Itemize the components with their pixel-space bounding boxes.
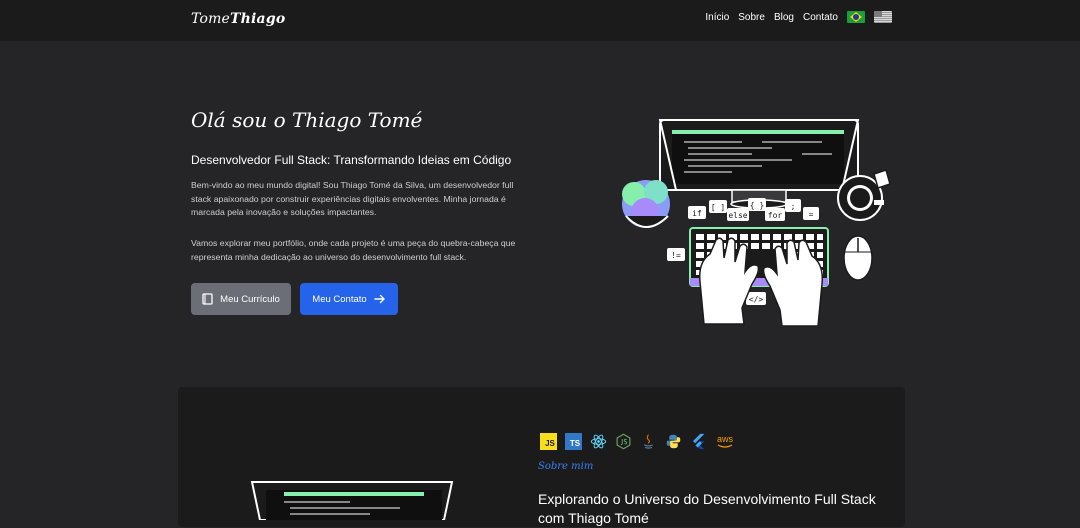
- flutter-icon: [692, 433, 705, 450]
- aws-icon-label: aws: [716, 434, 733, 444]
- nav-link-contato[interactable]: Contato: [803, 12, 838, 23]
- hero-title: Olá sou o Thiago Tomé: [191, 108, 423, 132]
- mouse-icon: [843, 235, 873, 281]
- about-monitor-illustration: [250, 481, 454, 520]
- nav-link-sobre[interactable]: Sobre: [738, 12, 765, 23]
- about-section-title: Explorando o Universo do Desenvolvimento…: [538, 491, 876, 526]
- contact-button[interactable]: Meu Contato: [300, 283, 398, 315]
- site-logo[interactable]: TomeThiago: [191, 11, 285, 27]
- code-bubble-for: for: [768, 211, 783, 220]
- navbar: TomeThiago Início Sobre Blog Contato: [0, 0, 1080, 41]
- react-icon: [590, 434, 607, 449]
- code-bubble-tag: </>: [749, 295, 764, 304]
- resume-button[interactable]: Meu Currículo: [191, 283, 291, 315]
- nodejs-icon: [616, 433, 631, 450]
- contact-button-label: Meu Contato: [312, 293, 367, 305]
- typescript-icon: TS: [565, 433, 582, 450]
- nav-link-blog[interactable]: Blog: [774, 12, 794, 23]
- aws-smile-icon: [717, 444, 733, 448]
- code-bubble-equals: =: [809, 210, 814, 219]
- monitor-icon: [658, 119, 860, 209]
- flag-usa-icon[interactable]: [874, 11, 892, 23]
- plant-icon: [622, 180, 670, 228]
- javascript-icon: JS: [540, 433, 557, 450]
- flag-brazil-icon[interactable]: [847, 11, 865, 23]
- hero-intro-paragraph: Bem-vindo ao meu mundo digital! Sou Thia…: [191, 180, 514, 217]
- hero-portfolio-paragraph: Vamos explorar meu portfólio, onde cada …: [191, 238, 516, 262]
- arrow-right-icon: [374, 294, 385, 304]
- nav-links: Início Sobre Blog Contato: [705, 11, 892, 23]
- java-icon: [644, 434, 653, 449]
- code-bubble-semicolon: ;: [791, 202, 796, 211]
- typescript-icon-label: TS: [569, 439, 581, 448]
- nav-link-inicio[interactable]: Início: [705, 12, 729, 23]
- hero-subtitle: Desenvolvedor Full Stack: Transformando …: [191, 153, 512, 167]
- code-bubble-braces: { }: [750, 201, 764, 210]
- book-icon: [202, 293, 213, 305]
- python-icon: [666, 434, 681, 449]
- code-bubble-brackets: [ ]: [711, 203, 725, 212]
- tech-stack-icons: JS TS aws: [540, 433, 735, 450]
- code-bubble-if: if: [692, 209, 702, 218]
- developer-illustration: if [ ] else { } for ; = != </>: [622, 119, 891, 327]
- javascript-icon-label: JS: [545, 439, 555, 448]
- code-bubble-else: else: [728, 211, 747, 220]
- code-bubble-not-equals: !=: [671, 251, 681, 260]
- resume-button-label: Meu Currículo: [220, 293, 280, 305]
- aws-icon: aws: [715, 433, 735, 450]
- about-section-label: Sobre mim: [538, 461, 594, 472]
